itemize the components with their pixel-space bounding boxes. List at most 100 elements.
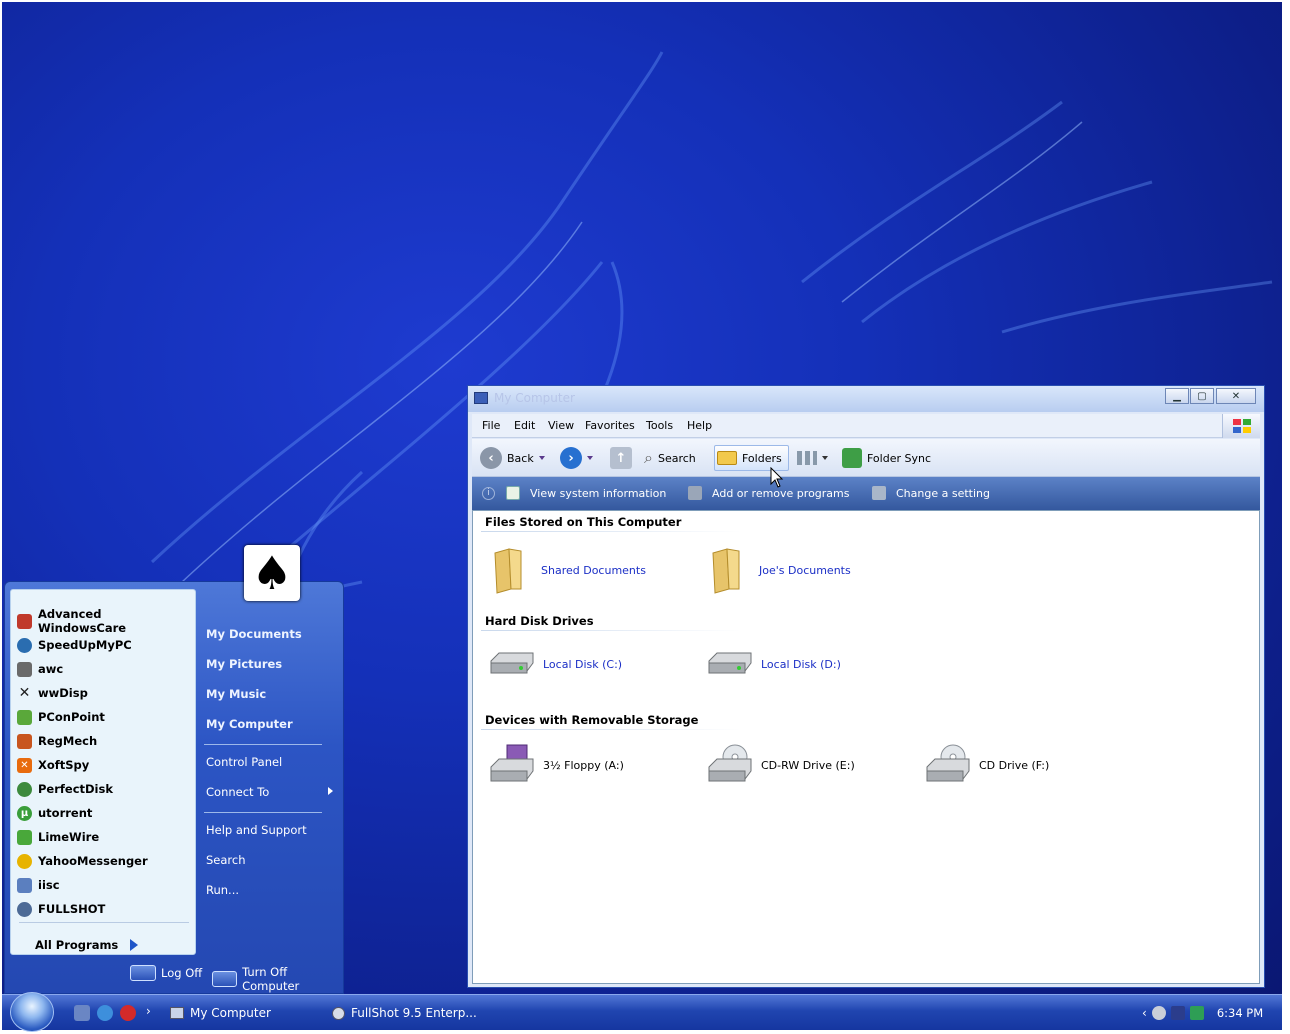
floppy-a-item[interactable]: 3½ Floppy (A:) xyxy=(487,743,624,787)
user-avatar[interactable]: ♠ xyxy=(244,545,300,601)
fullshot-icon xyxy=(17,901,32,917)
program-regmech[interactable]: RegMech xyxy=(17,730,193,752)
menu-edit[interactable]: Edit xyxy=(514,419,535,432)
taskbar: › My Computer FullShot 9.5 Enterp... ‹ 6… xyxy=(2,992,1282,1032)
cd-rw-e-item[interactable]: CD-RW Drive (E:) xyxy=(705,743,855,787)
program-awc[interactable]: awc xyxy=(17,658,193,680)
yahoomessenger-icon xyxy=(17,853,32,869)
program-pconpoint[interactable]: PConPoint xyxy=(17,706,193,728)
program-utorrent[interactable]: µ utorrent xyxy=(17,802,193,824)
hard-disk-icon xyxy=(490,652,534,674)
back-button[interactable]: ‹ Back xyxy=(480,445,545,471)
connect-to-link[interactable]: Connect To xyxy=(206,785,269,799)
program-iisc[interactable]: iisc xyxy=(17,874,193,896)
back-arrow-icon: ‹ xyxy=(480,447,502,469)
program-limewire[interactable]: LimeWire xyxy=(17,826,193,848)
taskbar-my-computer[interactable]: My Computer xyxy=(170,1003,271,1023)
start-button[interactable] xyxy=(10,992,54,1032)
group-hard-disk-drives: Hard Disk Drives xyxy=(485,614,594,628)
floppy-drive-icon xyxy=(490,744,534,782)
my-computer-link[interactable]: My Computer xyxy=(206,717,293,731)
forward-button[interactable]: › xyxy=(560,445,593,471)
cd-drive-f-item[interactable]: CD Drive (F:) xyxy=(923,743,1049,787)
up-folder-button[interactable]: ↑ xyxy=(610,445,632,471)
my-computer-window: My Computer ▁ ▢ ✕ File Edit View Favorit… xyxy=(467,385,1265,988)
tray-app-icon[interactable] xyxy=(1151,1006,1166,1020)
common-tasks-bar: i View system information Add or remove … xyxy=(472,477,1260,510)
view-system-information-link[interactable]: View system information xyxy=(506,486,666,500)
menu-tools[interactable]: Tools xyxy=(646,419,673,432)
turn-off-button[interactable]: Turn Off Computer xyxy=(212,965,344,993)
cd-drive-icon xyxy=(926,744,970,782)
search-button[interactable]: ⌕ Search xyxy=(644,445,696,471)
search-link[interactable]: Search xyxy=(206,853,246,867)
program-perfectdisk[interactable]: PerfectDisk xyxy=(17,778,193,800)
search-icon: ⌕ xyxy=(644,448,653,467)
shared-documents-item[interactable]: Shared Documents xyxy=(491,545,646,595)
program-yahoomessenger[interactable]: YahooMessenger xyxy=(17,850,193,872)
add-remove-programs-link[interactable]: Add or remove programs xyxy=(688,486,850,500)
perfectdisk-icon xyxy=(17,781,32,797)
forward-arrow-icon: › xyxy=(560,447,582,469)
power-icon xyxy=(212,971,238,987)
xoftspy-icon: ✕ xyxy=(17,757,32,773)
minimize-button[interactable]: ▁ xyxy=(1165,388,1189,404)
folder-icon xyxy=(712,548,740,594)
tray-green-icon[interactable] xyxy=(1189,1006,1204,1020)
up-folder-icon: ↑ xyxy=(610,447,632,469)
views-icon xyxy=(797,451,817,465)
clock[interactable]: 6:34 PM xyxy=(1217,1006,1263,1020)
program-advanced-windowscare[interactable]: Advanced WindowsCare xyxy=(17,607,193,635)
all-programs-button[interactable]: All Programs xyxy=(35,938,139,952)
menu-view[interactable]: View xyxy=(548,419,574,432)
local-disk-d-item[interactable]: Local Disk (D:) xyxy=(705,649,841,679)
local-disk-c-item[interactable]: Local Disk (C:) xyxy=(487,649,622,679)
group-divider xyxy=(481,729,741,730)
speedupmypc-icon xyxy=(17,637,32,653)
dropdown-arrow-icon xyxy=(538,456,545,460)
my-music-link[interactable]: My Music xyxy=(206,687,266,701)
internet-explorer-icon[interactable] xyxy=(97,1005,113,1021)
change-setting-link[interactable]: Change a setting xyxy=(872,486,990,500)
programs-icon xyxy=(688,486,702,500)
my-documents-link[interactable]: My Documents xyxy=(206,627,302,641)
program-xoftspy[interactable]: ✕ XoftSpy xyxy=(17,754,193,776)
program-fullshot[interactable]: FULLSHOT xyxy=(17,898,193,920)
tray-expand-icon[interactable]: ‹ xyxy=(1142,1006,1147,1020)
folder-sync-icon xyxy=(842,448,862,468)
menu-help[interactable]: Help xyxy=(687,419,712,432)
close-button[interactable]: ✕ xyxy=(1216,388,1256,404)
help-and-support-link[interactable]: Help and Support xyxy=(206,823,307,837)
start-menu: Advanced WindowsCare SpeedUpMyPC awc ✕ ww… xyxy=(4,581,344,994)
run-link[interactable]: Run... xyxy=(206,883,239,897)
my-pictures-link[interactable]: My Pictures xyxy=(206,657,282,671)
security-shield-icon[interactable] xyxy=(1170,1006,1185,1020)
right-separator-2 xyxy=(204,812,322,813)
program-wwdisp[interactable]: ✕ wwDisp xyxy=(17,682,193,704)
folder-sync-button[interactable]: Folder Sync xyxy=(842,445,931,471)
title-bar[interactable]: My Computer ▁ ▢ ✕ xyxy=(468,386,1264,412)
right-separator-1 xyxy=(204,744,322,745)
menu-file[interactable]: File xyxy=(482,419,500,432)
show-desktop-icon[interactable] xyxy=(74,1005,90,1021)
pinned-separator xyxy=(19,922,189,923)
program-speedupmypc[interactable]: SpeedUpMyPC xyxy=(17,634,193,656)
info-icon: i xyxy=(482,487,495,500)
awc-icon xyxy=(17,661,32,677)
views-button[interactable] xyxy=(797,445,828,471)
group-removable-storage: Devices with Removable Storage xyxy=(485,713,699,727)
quick-launch-chevron-icon[interactable]: › xyxy=(146,1004,151,1018)
opera-icon[interactable] xyxy=(120,1005,136,1021)
log-off-button[interactable]: Log Off xyxy=(130,965,202,981)
control-panel-link[interactable]: Control Panel xyxy=(206,755,282,769)
maximize-button[interactable]: ▢ xyxy=(1190,388,1214,404)
arrow-right-icon xyxy=(130,939,139,951)
folder-icon xyxy=(717,451,737,465)
advanced-windowscare-icon xyxy=(17,613,32,629)
taskbar-fullshot[interactable]: FullShot 9.5 Enterp... xyxy=(332,1003,477,1023)
joes-documents-item[interactable]: Joe's Documents xyxy=(709,545,851,595)
menu-favorites[interactable]: Favorites xyxy=(585,419,635,432)
regmech-icon xyxy=(17,733,32,749)
folder-icon xyxy=(494,548,522,594)
dropdown-arrow-icon xyxy=(587,456,593,460)
